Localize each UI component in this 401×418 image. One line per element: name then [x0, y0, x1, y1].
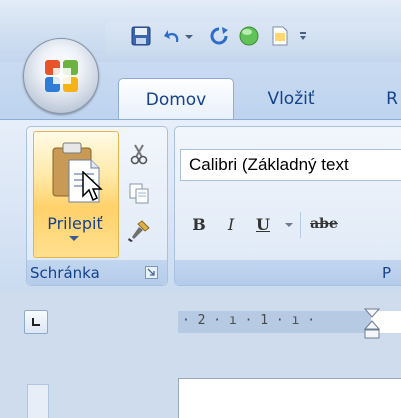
font-group-label: P [382, 264, 392, 282]
office-logo-icon [45, 60, 78, 92]
new-document-icon[interactable] [267, 23, 293, 49]
clipboard-group-label: Schránka [30, 264, 100, 282]
tab-insert[interactable]: Vložiť [252, 78, 330, 120]
vertical-ruler [27, 384, 49, 418]
tab-insert-label: Vložiť [267, 89, 315, 109]
underline-label: U [256, 214, 270, 234]
tab-selector-button[interactable] [24, 310, 48, 334]
tab-partial[interactable]: R [380, 78, 401, 120]
circle-icon[interactable] [236, 23, 262, 49]
tab-home[interactable]: Domov [118, 78, 234, 120]
bold-button[interactable]: B [186, 208, 212, 240]
tab-partial-label: R [386, 89, 398, 109]
italic-label: I [227, 214, 235, 234]
redo-icon[interactable] [206, 23, 232, 49]
font-name-value: Calibri (Základný text [189, 155, 349, 174]
mouse-cursor-icon [82, 171, 103, 202]
left-tab-stop-icon [32, 318, 40, 326]
document-page[interactable] [178, 378, 401, 418]
font-group-footer [175, 260, 401, 285]
font-name-input[interactable]: Calibri (Základný text [180, 149, 401, 181]
save-icon[interactable] [128, 23, 154, 49]
strikethrough-label: abe [310, 216, 338, 232]
paste-dropdown-arrow-icon[interactable] [69, 236, 79, 241]
paste-label: Prilepiť [47, 214, 103, 233]
format-painter-icon[interactable] [127, 219, 151, 243]
underline-dropdown-icon[interactable] [282, 208, 296, 240]
cut-icon[interactable] [127, 142, 151, 166]
bold-label: B [192, 214, 206, 234]
customize-icon[interactable] [298, 23, 308, 49]
underline-button[interactable]: U [250, 208, 276, 240]
dropdown-arrow-icon[interactable] [182, 23, 196, 49]
italic-button[interactable]: I [218, 208, 244, 240]
indent-marker-icon[interactable] [363, 307, 381, 341]
separator [300, 212, 301, 238]
tab-home-label: Domov [145, 89, 207, 110]
dialog-launcher-icon[interactable] [145, 266, 158, 279]
strikethrough-button[interactable]: abe [306, 208, 342, 240]
office-button[interactable] [23, 38, 99, 114]
copy-icon[interactable] [127, 181, 151, 205]
ruler-marks: · 2 · ı · 1 · ı · [182, 313, 316, 328]
